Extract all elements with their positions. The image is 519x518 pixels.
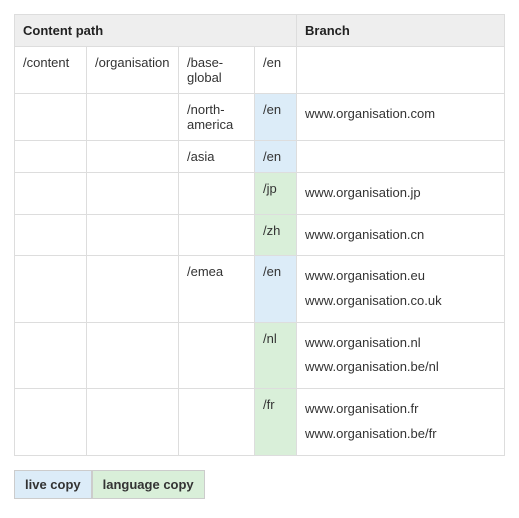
branch-cell: www.organisation.com <box>297 94 505 141</box>
path-cell <box>179 214 255 256</box>
table-row: /asia/en <box>15 141 505 173</box>
legend-language-copy: language copy <box>92 470 205 499</box>
branch-url: www.organisation.com <box>305 102 496 127</box>
branch-url: www.organisation.jp <box>305 181 496 206</box>
table-row: /nlwww.organisation.nlwww.organisation.b… <box>15 322 505 388</box>
path-cell <box>87 141 179 173</box>
table-body: /content/organisation/base-global/en/nor… <box>15 47 505 456</box>
path-cell <box>179 389 255 455</box>
path-cell <box>15 214 87 256</box>
table-row: /zh www.organisation.cn <box>15 214 505 256</box>
branch-cell <box>297 47 505 94</box>
table-row: /content/organisation/base-global/en <box>15 47 505 94</box>
path-cell <box>15 173 87 215</box>
path-cell: /organisation <box>87 47 179 94</box>
table-row: /emea/enwww.organisation.euwww.organisat… <box>15 256 505 322</box>
branch-url: www.organisation.cn <box>305 223 496 248</box>
branch-url: www.organisation.be/fr <box>305 422 496 447</box>
path-cell <box>179 173 255 215</box>
locale-cell: /fr <box>255 389 297 455</box>
locale-cell: /en <box>255 256 297 322</box>
table-header-row: Content path Branch <box>15 15 505 47</box>
path-cell <box>15 322 87 388</box>
table-row: /frwww.organisation.frwww.organisation.b… <box>15 389 505 455</box>
branch-cell: www.organisation.nlwww.organisation.be/n… <box>297 322 505 388</box>
branch-cell: www.organisation.jp <box>297 173 505 215</box>
legend: live copylanguage copy <box>14 470 505 499</box>
content-path-table: Content path Branch /content/organisatio… <box>14 14 505 456</box>
locale-cell: /en <box>255 141 297 173</box>
branch-url: www.organisation.be/nl <box>305 355 496 380</box>
legend-live-copy: live copy <box>14 470 92 499</box>
branch-url: www.organisation.eu <box>305 264 496 289</box>
path-cell: /north-america <box>179 94 255 141</box>
path-cell <box>87 322 179 388</box>
path-cell: /emea <box>179 256 255 322</box>
header-branch: Branch <box>297 15 505 47</box>
path-cell <box>15 94 87 141</box>
path-cell <box>87 214 179 256</box>
path-cell <box>87 173 179 215</box>
locale-cell: /jp <box>255 173 297 215</box>
table-row: /jp www.organisation.jp <box>15 173 505 215</box>
path-cell: /asia <box>179 141 255 173</box>
branch-cell: www.organisation.euwww.organisation.co.u… <box>297 256 505 322</box>
locale-cell: /en <box>255 94 297 141</box>
header-content-path: Content path <box>15 15 297 47</box>
locale-cell: /zh <box>255 214 297 256</box>
path-cell <box>15 141 87 173</box>
branch-cell: www.organisation.cn <box>297 214 505 256</box>
branch-url: www.organisation.fr <box>305 397 496 422</box>
table-row: /north-america/en www.organisation.com <box>15 94 505 141</box>
path-cell <box>179 322 255 388</box>
path-cell <box>87 256 179 322</box>
path-cell <box>87 94 179 141</box>
path-cell: /content <box>15 47 87 94</box>
path-cell <box>15 389 87 455</box>
locale-cell: /en <box>255 47 297 94</box>
path-cell <box>87 389 179 455</box>
path-cell: /base-global <box>179 47 255 94</box>
path-cell <box>15 256 87 322</box>
locale-cell: /nl <box>255 322 297 388</box>
branch-cell <box>297 141 505 173</box>
branch-url: www.organisation.co.uk <box>305 289 496 314</box>
branch-cell: www.organisation.frwww.organisation.be/f… <box>297 389 505 455</box>
branch-url: www.organisation.nl <box>305 331 496 356</box>
